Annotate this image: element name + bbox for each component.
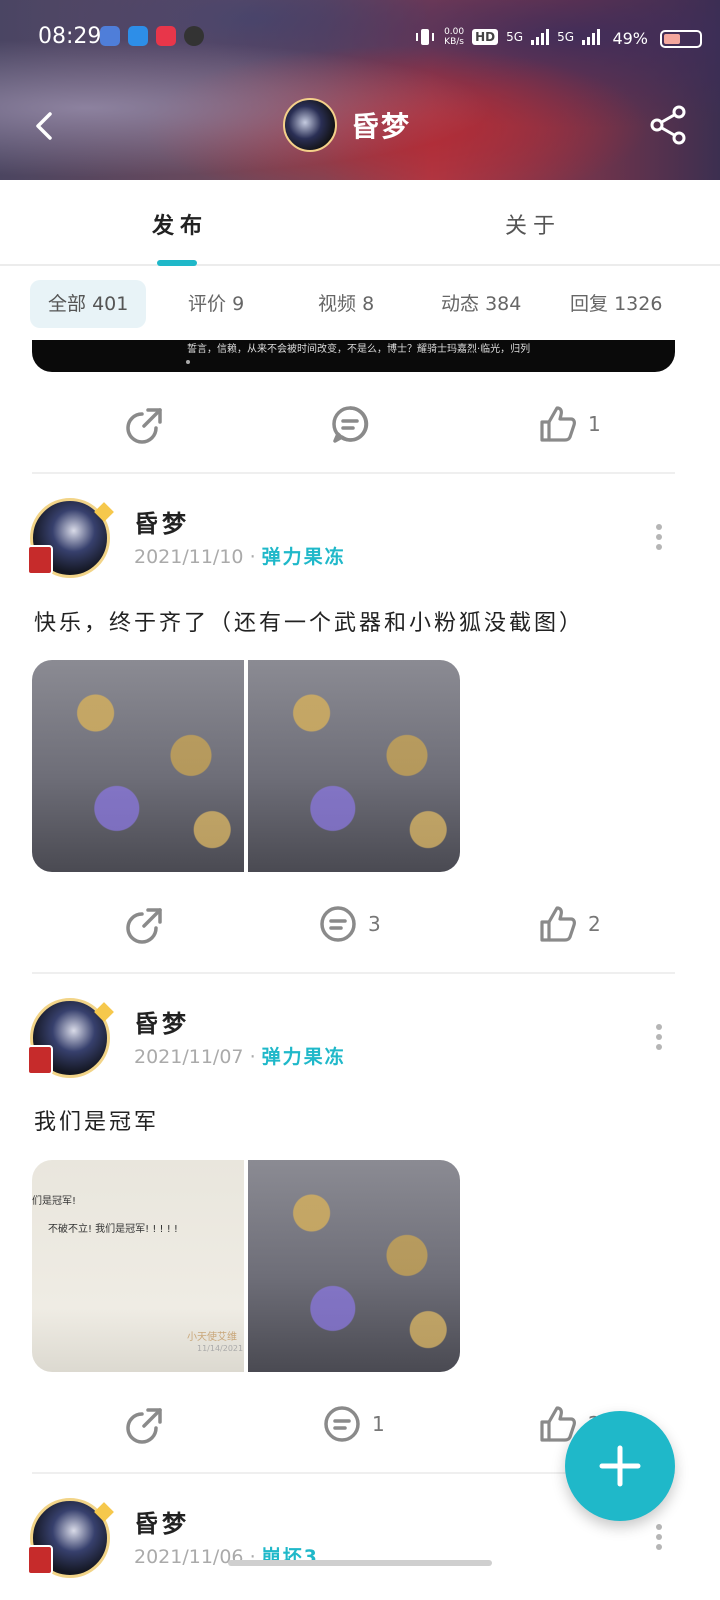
avatar[interactable] bbox=[27, 498, 114, 578]
avatar-star-decoration bbox=[94, 1502, 114, 1522]
forward-button[interactable] bbox=[126, 904, 166, 944]
plus-icon bbox=[599, 1445, 641, 1487]
post-image-1[interactable] bbox=[32, 660, 244, 872]
top-tabs: 发布 关于 bbox=[0, 180, 720, 266]
post-text: 我们是冠军 bbox=[34, 1110, 160, 1135]
comment-button[interactable]: 3 bbox=[318, 904, 381, 944]
game-tag[interactable]: 弹力果冻 bbox=[262, 546, 346, 568]
post-meta: 2021/11/07 · 弹力果冻 bbox=[134, 1046, 346, 1068]
post-header: 昏梦 2021/11/10 · 弹力果冻 bbox=[0, 498, 720, 588]
post-actions-0: 1 bbox=[0, 384, 720, 464]
comment-icon bbox=[332, 406, 369, 443]
like-button[interactable]: 1 bbox=[538, 404, 601, 444]
battery-icon bbox=[660, 30, 702, 48]
status-app-icons bbox=[100, 26, 204, 46]
chip-moments[interactable]: 动态 384 bbox=[423, 280, 539, 328]
comment-count: 1 bbox=[372, 1412, 385, 1436]
post-actions-1: 3 2 bbox=[0, 884, 720, 964]
post-divider bbox=[32, 972, 675, 974]
shop-app-icon bbox=[156, 26, 176, 46]
like-button[interactable]: 2 bbox=[538, 904, 601, 944]
tab-about[interactable]: 关于 bbox=[505, 208, 561, 240]
signal-icon-2 bbox=[582, 29, 600, 45]
comment-count: 3 bbox=[368, 912, 381, 936]
post-author[interactable]: 昏梦 bbox=[134, 1004, 190, 1039]
header-title-group: 昏梦 bbox=[283, 98, 411, 152]
chip-replies[interactable]: 回复 1326 bbox=[552, 280, 680, 328]
vibrate-icon bbox=[416, 29, 435, 45]
avatar[interactable] bbox=[27, 1498, 114, 1578]
profile-header: 08:29 0.00 KB/s HD 5G 5G 49% 昏梦 bbox=[0, 0, 720, 180]
comment-icon bbox=[324, 1406, 360, 1442]
page-title: 昏梦 bbox=[351, 110, 412, 143]
chip-videos[interactable]: 视频 8 bbox=[300, 280, 392, 328]
comment-icon bbox=[320, 906, 356, 942]
like-count: 1 bbox=[588, 412, 601, 436]
forward-icon bbox=[126, 1408, 162, 1444]
more-menu-button[interactable] bbox=[656, 1524, 664, 1552]
net-speed: 0.00 KB/s bbox=[444, 27, 465, 47]
home-indicator bbox=[228, 1560, 492, 1566]
tab-active-indicator bbox=[157, 260, 197, 266]
cloud-app-icon bbox=[100, 26, 120, 46]
post-images bbox=[32, 660, 460, 872]
post-text: 快乐，终于齐了（还有一个武器和小粉狐没截图） bbox=[34, 611, 585, 636]
avatar-star-decoration bbox=[94, 1002, 114, 1022]
more-menu-button[interactable] bbox=[656, 524, 664, 552]
hd-badge: HD bbox=[472, 29, 499, 45]
post-images: 们是冠军! 不破不立! 我们是冠军! ! ! ! ! 小天使艾维 11/14/2… bbox=[32, 1160, 460, 1372]
video-preview[interactable]: 誓言，信赖，从来不会被时间改变，不是么，博士？耀骑士玛嘉烈·临光，归列 bbox=[32, 340, 675, 372]
add-post-button[interactable] bbox=[565, 1411, 675, 1521]
status-time: 08:29 bbox=[38, 24, 102, 49]
post-meta: 2021/11/10 · 弹力果冻 bbox=[134, 546, 346, 568]
avatar-star-decoration bbox=[94, 502, 114, 522]
signal-5g-2: 5G bbox=[557, 30, 574, 44]
avatar-badge bbox=[27, 1045, 53, 1075]
forward-button[interactable] bbox=[126, 404, 166, 444]
game-tag[interactable]: 弹力果冻 bbox=[262, 1046, 346, 1068]
browser-app-icon bbox=[128, 26, 148, 46]
back-button[interactable] bbox=[26, 106, 66, 146]
like-count: 2 bbox=[588, 912, 601, 936]
comment-button[interactable]: 1 bbox=[322, 1404, 385, 1444]
post-image-2[interactable] bbox=[248, 1160, 460, 1372]
tab-publish[interactable]: 发布 bbox=[152, 208, 208, 240]
comment-button[interactable] bbox=[330, 404, 380, 444]
forward-button[interactable] bbox=[126, 1404, 166, 1444]
video-progress-dot bbox=[186, 360, 190, 364]
share-button[interactable] bbox=[648, 104, 688, 146]
forward-icon bbox=[126, 908, 162, 944]
chat-bubble-icon bbox=[184, 26, 204, 46]
video-subtitle: 誓言，信赖，从来不会被时间改变，不是么，博士？耀骑士玛嘉烈·临光，归列 bbox=[187, 344, 531, 355]
post-author[interactable]: 昏梦 bbox=[134, 504, 190, 539]
battery-percent: 49% bbox=[612, 29, 648, 48]
status-bar: 08:29 0.00 KB/s HD 5G 5G 49% bbox=[0, 20, 720, 56]
avatar-badge bbox=[27, 545, 53, 575]
chip-all[interactable]: 全部 401 bbox=[30, 280, 147, 328]
more-menu-button[interactable] bbox=[656, 1024, 664, 1052]
post-image-2[interactable] bbox=[248, 660, 460, 872]
forward-icon bbox=[126, 408, 162, 444]
status-indicators: 0.00 KB/s HD 5G 5G bbox=[414, 26, 600, 48]
post-divider bbox=[32, 472, 675, 474]
post-header: 昏梦 2021/11/07 · 弹力果冻 bbox=[0, 998, 720, 1088]
chip-reviews[interactable]: 评价 9 bbox=[170, 280, 262, 328]
signal-icon-1 bbox=[531, 29, 550, 45]
thumbs-up-icon bbox=[540, 906, 576, 942]
avatar[interactable] bbox=[27, 998, 114, 1078]
signal-5g-1: 5G bbox=[506, 30, 524, 44]
thumbs-up-icon bbox=[540, 406, 576, 442]
post-author[interactable]: 昏梦 bbox=[134, 1504, 190, 1539]
header-avatar bbox=[283, 98, 337, 152]
avatar-badge bbox=[27, 1545, 53, 1575]
filter-chips: 全部 401 评价 9 视频 8 动态 384 回复 1326 bbox=[0, 268, 720, 340]
post-image-1[interactable]: 们是冠军! 不破不立! 我们是冠军! ! ! ! ! 小天使艾维 11/14/2… bbox=[32, 1160, 244, 1372]
